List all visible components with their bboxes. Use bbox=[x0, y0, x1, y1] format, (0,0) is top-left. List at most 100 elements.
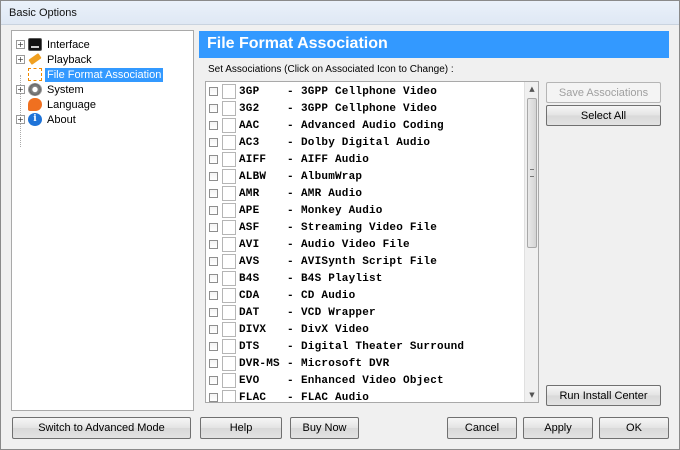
format-row[interactable]: 3GP -3GPP Cellphone Video bbox=[206, 83, 526, 100]
expand-icon[interactable]: + bbox=[16, 40, 25, 49]
associated-file-icon[interactable] bbox=[222, 101, 236, 116]
associated-file-icon[interactable] bbox=[222, 373, 236, 388]
help-button[interactable]: Help bbox=[200, 417, 282, 439]
tree-item-file-format-association[interactable]: File Format Association bbox=[28, 67, 164, 82]
format-checkbox[interactable] bbox=[209, 291, 218, 300]
tree-item-language[interactable]: Language bbox=[28, 97, 98, 112]
associated-file-icon[interactable] bbox=[222, 237, 236, 252]
format-row[interactable]: DVR-MS - Microsoft DVR bbox=[206, 355, 526, 372]
format-checkbox[interactable] bbox=[209, 206, 218, 215]
associated-file-icon[interactable] bbox=[222, 390, 236, 402]
scrollbar-thumb[interactable] bbox=[527, 98, 537, 248]
format-row[interactable]: ASF - Streaming Video File bbox=[206, 219, 526, 236]
associated-file-icon[interactable] bbox=[222, 186, 236, 201]
grip-icon bbox=[530, 169, 534, 177]
format-description: B4S Playlist bbox=[301, 273, 383, 285]
expand-icon[interactable]: + bbox=[16, 85, 25, 94]
associated-file-icon[interactable] bbox=[222, 339, 236, 354]
format-checkbox[interactable] bbox=[209, 240, 218, 249]
format-description: Streaming Video File bbox=[301, 222, 438, 234]
associated-file-icon[interactable] bbox=[222, 254, 236, 269]
section-header: File Format Association bbox=[199, 31, 669, 58]
format-row[interactable]: DTS - Digital Theater Surround bbox=[206, 338, 526, 355]
format-checkbox[interactable] bbox=[209, 155, 218, 164]
format-row[interactable]: FLAC - FLAC Audio bbox=[206, 389, 526, 402]
associated-file-icon[interactable] bbox=[222, 356, 236, 371]
save-associations-button[interactable]: Save Associations bbox=[546, 82, 661, 103]
format-description: DivX Video bbox=[301, 324, 370, 336]
format-checkbox[interactable] bbox=[209, 172, 218, 181]
format-separator: - bbox=[287, 273, 294, 285]
tree-item-label: Language bbox=[47, 98, 96, 111]
format-list[interactable]: 3GP -3GPP Cellphone Video 3G2-3GPP Cellpho… bbox=[205, 81, 539, 403]
format-row[interactable]: AVS - AVISynth Script File bbox=[206, 253, 526, 270]
gear-icon bbox=[28, 83, 42, 96]
format-checkbox[interactable] bbox=[209, 393, 218, 402]
format-row[interactable]: AIFF - AIFF Audio bbox=[206, 151, 526, 168]
vertical-scrollbar[interactable]: ▲ ▼ bbox=[524, 82, 538, 402]
format-row[interactable]: EVO - Enhanced Video Object bbox=[206, 372, 526, 389]
switch-advanced-mode-button[interactable]: Switch to Advanced Mode bbox=[12, 417, 191, 439]
associated-file-icon[interactable] bbox=[222, 84, 236, 99]
format-checkbox[interactable] bbox=[209, 104, 218, 113]
format-checkbox[interactable] bbox=[209, 274, 218, 283]
tree-item-interface[interactable]: + Interface bbox=[16, 37, 92, 52]
format-row[interactable]: ALBW - AlbumWrap bbox=[206, 168, 526, 185]
associated-file-icon[interactable] bbox=[222, 271, 236, 286]
format-checkbox[interactable] bbox=[209, 138, 218, 147]
associated-file-icon[interactable] bbox=[222, 169, 236, 184]
format-checkbox[interactable] bbox=[209, 376, 218, 385]
format-separator: - bbox=[287, 205, 294, 217]
associated-file-icon[interactable] bbox=[222, 305, 236, 320]
format-checkbox[interactable] bbox=[209, 342, 218, 351]
format-checkbox[interactable] bbox=[209, 359, 218, 368]
run-install-center-button[interactable]: Run Install Center bbox=[546, 385, 661, 406]
title-bar: Basic Options bbox=[1, 1, 679, 25]
tree-item-playback[interactable]: + Playback bbox=[16, 52, 94, 67]
associated-file-icon[interactable] bbox=[222, 118, 236, 133]
associated-file-icon[interactable] bbox=[222, 135, 236, 150]
ok-button[interactable]: OK bbox=[599, 417, 669, 439]
format-description: Audio Video File bbox=[301, 239, 410, 251]
format-checkbox[interactable] bbox=[209, 308, 218, 317]
format-checkbox[interactable] bbox=[209, 121, 218, 130]
associated-file-icon[interactable] bbox=[222, 203, 236, 218]
speech-bubble-icon bbox=[28, 98, 42, 111]
associated-file-icon[interactable] bbox=[222, 152, 236, 167]
format-row[interactable]: AVI - Audio Video File bbox=[206, 236, 526, 253]
tree-item-about[interactable]: + i About bbox=[16, 112, 78, 127]
format-extension: AMR bbox=[239, 188, 260, 200]
format-checkbox[interactable] bbox=[209, 223, 218, 232]
buy-now-button[interactable]: Buy Now bbox=[290, 417, 359, 439]
format-row[interactable]: 3G2 -3GPP Cellphone Video bbox=[206, 100, 526, 117]
format-row[interactable]: APE - Monkey Audio bbox=[206, 202, 526, 219]
format-checkbox[interactable] bbox=[209, 87, 218, 96]
expand-icon[interactable]: + bbox=[16, 55, 25, 64]
associations-instructions: Set Associations (Click on Associated Ic… bbox=[208, 64, 454, 75]
apply-button[interactable]: Apply bbox=[523, 417, 593, 439]
format-checkbox[interactable] bbox=[209, 325, 218, 334]
associated-file-icon[interactable] bbox=[222, 322, 236, 337]
format-checkbox[interactable] bbox=[209, 189, 218, 198]
format-separator: - bbox=[287, 239, 294, 251]
cancel-button[interactable]: Cancel bbox=[447, 417, 517, 439]
associated-file-icon[interactable] bbox=[222, 288, 236, 303]
scroll-down-icon[interactable]: ▼ bbox=[525, 388, 538, 402]
format-row[interactable]: AMR - AMR Audio bbox=[206, 185, 526, 202]
format-row[interactable]: CDA - CD Audio bbox=[206, 287, 526, 304]
expand-icon[interactable]: + bbox=[16, 115, 25, 124]
associated-file-icon[interactable] bbox=[222, 220, 236, 235]
format-description: AlbumWrap bbox=[301, 171, 363, 183]
format-row[interactable]: DAT - VCD Wrapper bbox=[206, 304, 526, 321]
select-all-button[interactable]: Select All bbox=[546, 105, 661, 126]
format-separator: - bbox=[287, 290, 294, 302]
format-row[interactable]: AC3 - Dolby Digital Audio bbox=[206, 134, 526, 151]
format-row[interactable]: AAC - Advanced Audio Coding bbox=[206, 117, 526, 134]
format-row[interactable]: B4S - B4S Playlist bbox=[206, 270, 526, 287]
window-title: Basic Options bbox=[9, 7, 77, 19]
scroll-up-icon[interactable]: ▲ bbox=[525, 82, 538, 96]
format-separator: - bbox=[287, 171, 294, 183]
format-row[interactable]: DIVX - DivX Video bbox=[206, 321, 526, 338]
format-checkbox[interactable] bbox=[209, 257, 218, 266]
tree-item-system[interactable]: + System bbox=[16, 82, 86, 97]
